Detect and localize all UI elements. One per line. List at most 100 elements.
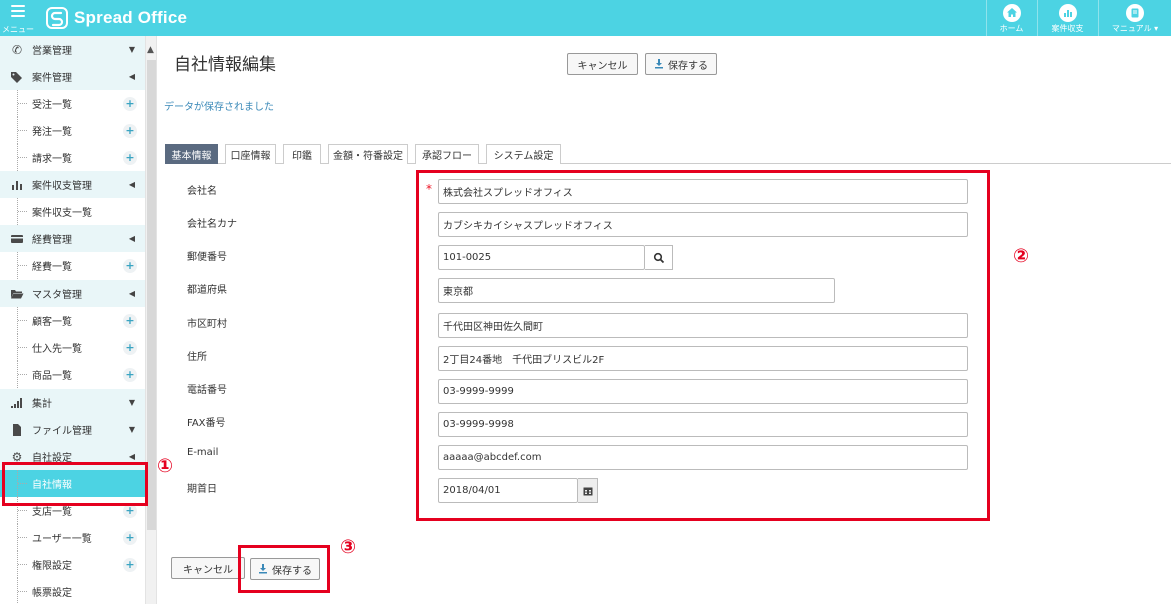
sidebar-item-label: ファイル管理 xyxy=(32,426,92,437)
label-address: 住所 xyxy=(187,352,207,363)
project-balance-label: 案件収支 xyxy=(1051,24,1084,33)
save-button-top[interactable]: 保存する xyxy=(645,53,717,75)
sidebar-item-label: ユーザー一覧 xyxy=(32,534,92,545)
saved-message: データが保存されました xyxy=(164,102,274,113)
sidebar-item-label: 営業管理 xyxy=(32,46,72,57)
sidebar-item-purchase-orders[interactable]: 発注一覧 + xyxy=(0,117,145,144)
sidebar-item-label: 案件収支管理 xyxy=(32,181,92,192)
cancel-button-top[interactable]: キャンセル xyxy=(567,53,638,75)
plus-icon[interactable]: + xyxy=(123,340,137,355)
tab-system-settings[interactable]: システム設定 xyxy=(486,144,561,164)
chevron-left-icon: ◀ xyxy=(128,180,135,189)
plus-icon[interactable]: + xyxy=(123,258,137,273)
menu-button[interactable]: メニュー xyxy=(0,0,36,36)
project-balance-button[interactable]: 案件収支 xyxy=(1037,0,1097,36)
sidebar-item-aggregate[interactable]: 集計 ▼ xyxy=(0,389,145,416)
manual-label: マニュアル ▾ xyxy=(1111,24,1159,33)
plus-icon[interactable]: + xyxy=(123,367,137,382)
sidebar-item-files[interactable]: ファイル管理 ▼ xyxy=(0,416,145,443)
plus-icon[interactable]: + xyxy=(123,557,137,572)
cancel-button-bottom[interactable]: キャンセル xyxy=(171,557,245,579)
chart-icon xyxy=(1058,4,1077,22)
sidebar-item-project-balance-list[interactable]: 案件収支一覧 xyxy=(0,198,145,225)
tree-line xyxy=(17,117,27,144)
tree-line xyxy=(17,90,27,117)
plus-icon[interactable]: + xyxy=(123,123,137,138)
logo-text: Spread Office xyxy=(74,8,188,27)
home-button[interactable]: ホーム xyxy=(986,0,1036,36)
annotation-box-3 xyxy=(238,545,330,593)
sidebar-item-label: 経費管理 xyxy=(32,235,72,246)
sidebar-item-orders[interactable]: 受注一覧 + xyxy=(0,90,145,117)
label-city: 市区町村 xyxy=(187,319,227,330)
manual-button[interactable]: マニュアル ▾ xyxy=(1098,0,1171,36)
bar-chart-icon xyxy=(10,178,24,192)
annotation-box-2 xyxy=(416,170,990,521)
folder-open-icon xyxy=(10,287,24,301)
sidebar-item-label: 発注一覧 xyxy=(32,127,72,138)
cancel-label: キャンセル xyxy=(577,60,628,72)
scroll-up-icon[interactable]: ▲ xyxy=(147,45,154,55)
sidebar-scrollbar[interactable]: ▲ xyxy=(145,36,157,604)
sidebar-item-sales[interactable]: ✆ 営業管理 ▼ xyxy=(0,36,145,63)
plus-icon[interactable]: + xyxy=(123,150,137,165)
sidebar-item-label: マスタ管理 xyxy=(32,290,82,301)
chevron-left-icon: ◀ xyxy=(128,234,135,243)
signal-icon xyxy=(10,396,24,410)
sidebar-item-label: 仕入先一覧 xyxy=(32,344,82,355)
sidebar-item-customers[interactable]: 顧客一覧 + xyxy=(0,307,145,334)
sidebar-item-suppliers[interactable]: 仕入先一覧 + xyxy=(0,334,145,361)
app-logo[interactable]: Spread Office xyxy=(46,7,187,29)
home-icon xyxy=(1002,4,1021,22)
sidebar: ✆ 営業管理 ▼ 案件管理 ◀ 受注一覧 + 発注一覧 + 請求一覧 + 案件収… xyxy=(0,36,145,604)
tree-line xyxy=(17,524,27,551)
credit-card-icon xyxy=(10,232,24,246)
sidebar-item-products[interactable]: 商品一覧 + xyxy=(0,361,145,388)
tree-line xyxy=(17,144,27,171)
tab-basic-info[interactable]: 基本情報 xyxy=(165,144,218,164)
menu-label: メニュー xyxy=(2,25,34,34)
book-icon xyxy=(1126,4,1144,22)
tab-bank-account[interactable]: 口座情報 xyxy=(225,144,276,164)
sidebar-item-label: 受注一覧 xyxy=(32,100,72,111)
tree-line xyxy=(17,578,27,604)
scrollbar-thumb[interactable] xyxy=(147,60,156,530)
tree-line xyxy=(17,307,27,334)
tab-bar: 基本情報 口座情報 印鑑 金額・符番設定 承認フロー システム設定 xyxy=(165,144,1171,164)
sidebar-item-label: 顧客一覧 xyxy=(32,317,72,328)
sidebar-item-users[interactable]: ユーザー一覧 + xyxy=(0,524,145,551)
top-bar: メニュー Spread Office ホーム 案件収支 マニュアル ▾ xyxy=(0,0,1171,36)
sidebar-item-expense-list[interactable]: 経費一覧 + xyxy=(0,252,145,279)
sidebar-item-label: 案件管理 xyxy=(32,73,72,84)
home-label: ホーム xyxy=(999,24,1024,33)
label-company-kana: 会社名カナ xyxy=(187,219,237,230)
tree-line xyxy=(17,551,27,578)
label-company-name: 会社名 xyxy=(187,186,217,197)
sidebar-item-invoices[interactable]: 請求一覧 + xyxy=(0,144,145,171)
tree-line xyxy=(17,252,27,279)
plus-icon[interactable]: + xyxy=(123,530,137,545)
label-postal-code: 郵便番号 xyxy=(187,252,227,263)
tab-amount-numbering[interactable]: 金額・符番設定 xyxy=(328,144,408,164)
plus-icon[interactable]: + xyxy=(123,313,137,328)
tab-approval-flow[interactable]: 承認フロー xyxy=(415,144,479,164)
chevron-down-icon: ▼ xyxy=(128,425,135,434)
sidebar-item-permissions[interactable]: 権限設定 + xyxy=(0,551,145,578)
hamburger-icon xyxy=(11,5,25,20)
tree-line xyxy=(17,361,27,388)
sidebar-item-label: 商品一覧 xyxy=(32,371,72,382)
page-title: 自社情報編集 xyxy=(174,55,276,75)
sidebar-item-projects[interactable]: 案件管理 ◀ xyxy=(0,63,145,90)
sidebar-item-forms[interactable]: 帳票設定 xyxy=(0,578,145,604)
cancel-label: キャンセル xyxy=(183,564,233,576)
tags-icon xyxy=(10,70,24,84)
annotation-box-1 xyxy=(2,462,148,506)
sidebar-item-master[interactable]: マスタ管理 ◀ xyxy=(0,280,145,307)
sidebar-item-label: 帳票設定 xyxy=(32,588,72,599)
sidebar-item-project-balance[interactable]: 案件収支管理 ◀ xyxy=(0,171,145,198)
plus-icon[interactable]: + xyxy=(123,96,137,111)
chevron-left-icon: ◀ xyxy=(128,289,135,298)
sidebar-item-label: 経費一覧 xyxy=(32,262,72,273)
tab-seal[interactable]: 印鑑 xyxy=(283,144,321,164)
sidebar-item-expenses[interactable]: 経費管理 ◀ xyxy=(0,225,145,252)
